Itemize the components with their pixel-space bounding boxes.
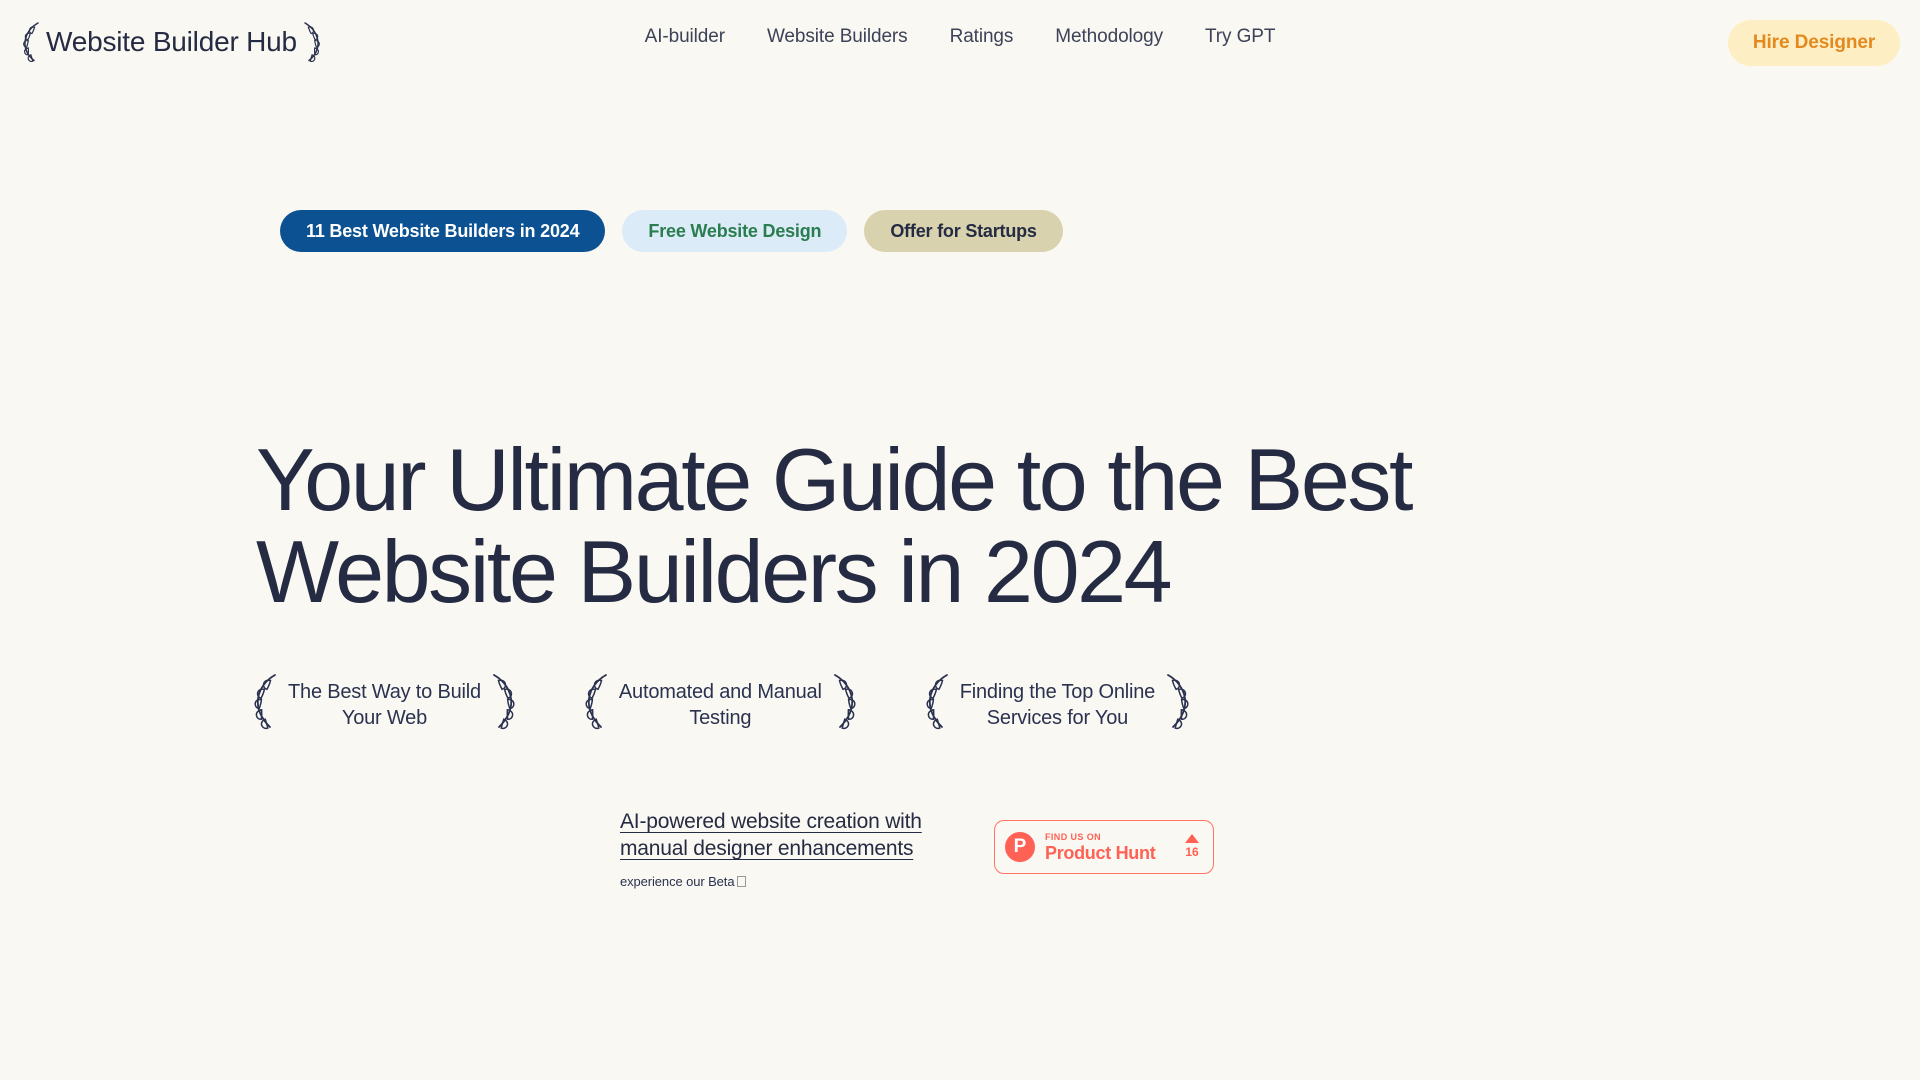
laurel-branch-icon bbox=[20, 20, 42, 64]
laurel-badge-automated-testing: Automated and Manual Testing bbox=[581, 671, 860, 738]
nav-item-website-builders[interactable]: Website Builders bbox=[767, 26, 908, 48]
laurel-branch-icon bbox=[489, 671, 519, 738]
brand-logo[interactable]: Website Builder Hub bbox=[20, 14, 323, 70]
site-header: Website Builder Hub AI-builder Website B… bbox=[0, 0, 1920, 86]
laurel-branch-icon bbox=[922, 671, 952, 738]
product-hunt-upvote[interactable]: 16 bbox=[1185, 834, 1203, 860]
laurel-badge-text: Automated and Manual Testing bbox=[618, 680, 822, 729]
nav-item-ai-builder[interactable]: AI-builder bbox=[645, 26, 725, 48]
laurel-badge-text: Finding the Top Online Services for You bbox=[959, 680, 1156, 729]
nav-item-try-gpt[interactable]: Try GPT bbox=[1205, 26, 1275, 48]
laurel-branch-icon bbox=[301, 20, 323, 64]
laurel-badge-text: The Best Way to Build Your Web bbox=[288, 680, 481, 729]
pill-free-website-design[interactable]: Free Website Design bbox=[622, 210, 848, 252]
pill-best-website-builders[interactable]: 11 Best Website Builders in 2024 bbox=[280, 210, 606, 252]
product-hunt-name: Product Hunt bbox=[1045, 842, 1156, 863]
beta-subtext: experience our Beta bbox=[620, 874, 992, 889]
laurel-badge-best-way: The Best Way to Build Your Web bbox=[250, 671, 519, 738]
beta-subtext-label: experience our Beta bbox=[620, 874, 735, 889]
product-hunt-copy: FIND US ON Product Hunt bbox=[1045, 832, 1185, 863]
nav-item-methodology[interactable]: Methodology bbox=[1055, 26, 1163, 48]
laurel-branch-icon bbox=[1163, 671, 1193, 738]
laurel-badge-row: The Best Way to Build Your Web Automated… bbox=[250, 671, 1193, 738]
ai-powered-creation-link[interactable]: AI-powered website creation with manual … bbox=[620, 810, 922, 860]
hero-title: Your Ultimate Guide to the Best Website … bbox=[256, 430, 1413, 621]
product-hunt-logo-icon: P bbox=[1005, 832, 1035, 862]
hero-pill-row: 11 Best Website Builders in 2024 Free We… bbox=[280, 210, 1063, 252]
laurel-branch-icon bbox=[250, 671, 280, 738]
product-hunt-badge[interactable]: P FIND US ON Product Hunt 16 bbox=[994, 820, 1214, 874]
beta-text-block: AI-powered website creation with manual … bbox=[620, 808, 992, 889]
pill-offer-for-startups[interactable]: Offer for Startups bbox=[864, 210, 1063, 252]
brand-name: Website Builder Hub bbox=[46, 26, 297, 57]
laurel-badge-top-online-services: Finding the Top Online Services for You bbox=[922, 671, 1193, 738]
laurel-branch-icon bbox=[581, 671, 611, 738]
main-navigation: AI-builder Website Builders Ratings Meth… bbox=[645, 26, 1276, 48]
laurel-branch-icon bbox=[830, 671, 860, 738]
product-hunt-kicker: FIND US ON bbox=[1045, 831, 1102, 842]
product-hunt-vote-count: 16 bbox=[1185, 845, 1199, 859]
nav-item-ratings[interactable]: Ratings bbox=[950, 26, 1014, 48]
hire-designer-button[interactable]: Hire Designer bbox=[1728, 20, 1900, 66]
beta-promo-row: AI-powered website creation with manual … bbox=[620, 808, 1214, 889]
missing-glyph-icon bbox=[737, 876, 747, 887]
upvote-arrow-icon bbox=[1185, 834, 1199, 843]
